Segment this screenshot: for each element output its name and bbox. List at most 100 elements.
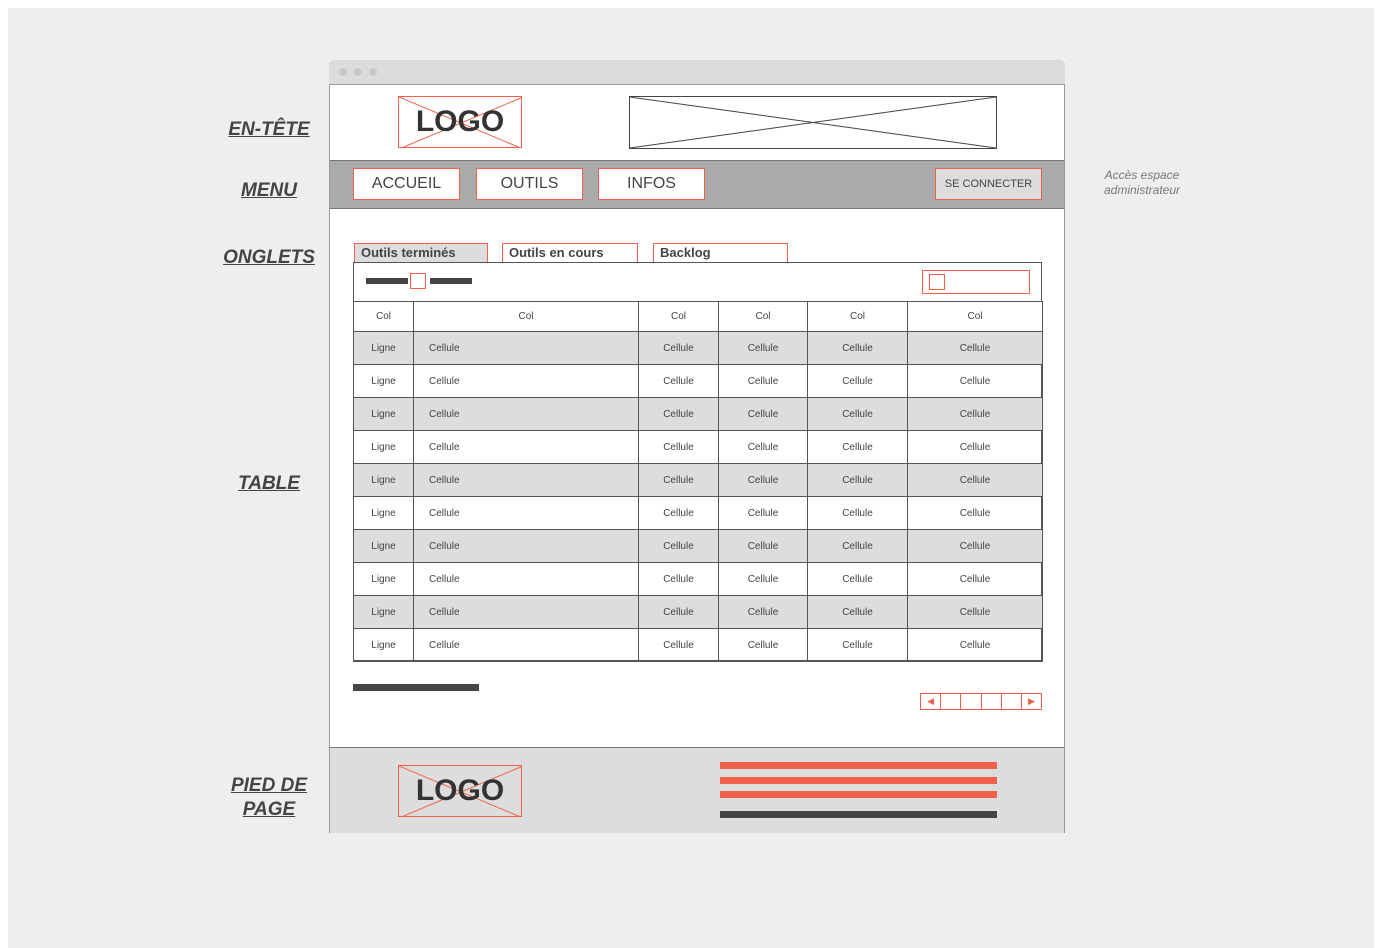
pagination-next-icon[interactable]: ▶ xyxy=(1022,694,1041,709)
table-cell: Cellule xyxy=(638,496,719,530)
pagination-page[interactable] xyxy=(941,694,962,709)
window-dot-icon[interactable] xyxy=(354,68,362,76)
label-footer-line1: PIED DE xyxy=(230,775,308,796)
table-cell: Cellule xyxy=(413,364,639,398)
table-cell: Cellule xyxy=(638,331,719,365)
table-row[interactable]: Ligne Cellule Cellule Cellule Cellule Ce… xyxy=(353,496,1043,530)
table-cell: Cellule xyxy=(807,529,908,563)
footer-link-placeholder[interactable] xyxy=(720,777,997,784)
column-header[interactable]: Col xyxy=(413,301,639,332)
table-cell: Cellule xyxy=(638,562,719,596)
table-cell: Cellule xyxy=(807,397,908,431)
row-label-cell: Ligne xyxy=(353,529,414,563)
table-row[interactable]: Ligne Cellule Cellule Cellule Cellule Ce… xyxy=(353,331,1043,365)
label-table: TABLE xyxy=(238,473,300,494)
column-header[interactable]: Col xyxy=(638,301,719,332)
placeholder-cross-icon xyxy=(629,96,997,149)
search-input[interactable] xyxy=(922,270,1030,294)
table-cell: Cellule xyxy=(638,529,719,563)
menu-outils-button[interactable]: OUTILS xyxy=(476,168,583,200)
admin-note-line2: administrateur xyxy=(1103,183,1181,197)
footer-text-placeholder xyxy=(720,811,997,818)
table-footer-text-placeholder xyxy=(353,684,479,691)
row-label-cell: Ligne xyxy=(353,595,414,629)
header-banner-image xyxy=(629,96,997,149)
table-cell: Cellule xyxy=(907,562,1043,596)
header-logo[interactable]: LOGO xyxy=(398,96,522,148)
table-toolbar xyxy=(354,263,1041,302)
table-cell: Cellule xyxy=(718,331,808,365)
table-cell: Cellule xyxy=(807,496,908,530)
table-row[interactable]: Ligne Cellule Cellule Cellule Cellule Ce… xyxy=(353,397,1043,431)
pagination-page[interactable] xyxy=(1002,694,1022,709)
table-cell: Cellule xyxy=(718,496,808,530)
table-cell: Cellule xyxy=(718,397,808,431)
table-cell: Cellule xyxy=(413,496,639,530)
table-cell: Cellule xyxy=(718,562,808,596)
table-cell: Cellule xyxy=(413,397,639,431)
table-cell: Cellule xyxy=(413,562,639,596)
title-bar xyxy=(329,60,1065,84)
table-cell: Cellule xyxy=(413,628,639,662)
table-cell: Cellule xyxy=(907,397,1043,431)
column-header[interactable]: Col xyxy=(807,301,908,332)
menu-accueil-button[interactable]: ACCUEIL xyxy=(353,168,460,200)
row-label-cell: Ligne xyxy=(353,364,414,398)
column-header[interactable]: Col xyxy=(907,301,1043,332)
table-row[interactable]: Ligne Cellule Cellule Cellule Cellule Ce… xyxy=(353,628,1043,662)
table-cell: Cellule xyxy=(413,430,639,464)
admin-note-line1: Accès espace xyxy=(1104,168,1180,182)
table-cell: Cellule xyxy=(907,463,1043,497)
pagination: ◀ ▶ xyxy=(920,693,1042,710)
table-cell: Cellule xyxy=(907,331,1043,365)
menu-bar: ACCUEIL OUTILS INFOS SE CONNECTER xyxy=(330,160,1064,209)
table-cell: Cellule xyxy=(807,331,908,365)
label-header: EN-TÊTE xyxy=(228,119,310,140)
table-cell: Cellule xyxy=(638,430,719,464)
search-checkbox-icon[interactable] xyxy=(929,274,945,290)
table-row[interactable]: Ligne Cellule Cellule Cellule Cellule Ce… xyxy=(353,595,1043,629)
table-cell: Cellule xyxy=(638,397,719,431)
label-footer-line2: PAGE xyxy=(242,799,296,820)
table-row[interactable]: Ligne Cellule Cellule Cellule Cellule Ce… xyxy=(353,529,1043,563)
table-cell: Cellule xyxy=(718,364,808,398)
pagination-prev-icon[interactable]: ◀ xyxy=(921,694,942,709)
table-cell: Cellule xyxy=(638,628,719,662)
table-cell: Cellule xyxy=(907,364,1043,398)
login-button[interactable]: SE CONNECTER xyxy=(935,168,1042,200)
table-cell: Cellule xyxy=(807,364,908,398)
tab-outils-en-cours[interactable]: Outils en cours xyxy=(502,243,638,262)
column-header[interactable]: Col xyxy=(718,301,808,332)
window-dot-icon[interactable] xyxy=(369,68,377,76)
table-row[interactable]: Ligne Cellule Cellule Cellule Cellule Ce… xyxy=(353,364,1043,398)
table-cell: Cellule xyxy=(718,430,808,464)
table-cell: Cellule xyxy=(907,595,1043,629)
tab-outils-termines[interactable]: Outils terminés xyxy=(354,243,488,262)
column-header[interactable]: Col xyxy=(353,301,414,332)
slider-handle[interactable] xyxy=(410,273,426,289)
slider-track-left[interactable] xyxy=(366,278,408,284)
table-cell: Cellule xyxy=(413,595,639,629)
footer-logo-text: LOGO xyxy=(415,774,505,807)
window-dot-icon[interactable] xyxy=(339,68,347,76)
table-cell: Cellule xyxy=(718,529,808,563)
label-footer: PIED DE PAGE xyxy=(208,774,330,822)
table-row[interactable]: Ligne Cellule Cellule Cellule Cellule Ce… xyxy=(353,463,1043,497)
canvas: EN-TÊTE MENU ONGLETS TABLE PIED DE PAGE … xyxy=(8,8,1374,948)
table-cell: Cellule xyxy=(807,595,908,629)
menu-infos-button[interactable]: INFOS xyxy=(598,168,705,200)
row-label-cell: Ligne xyxy=(353,430,414,464)
row-label-cell: Ligne xyxy=(353,397,414,431)
pagination-page[interactable] xyxy=(961,694,982,709)
table-cell: Cellule xyxy=(907,496,1043,530)
footer-logo[interactable]: LOGO xyxy=(398,765,522,817)
table-row[interactable]: Ligne Cellule Cellule Cellule Cellule Ce… xyxy=(353,562,1043,596)
footer-link-placeholder[interactable] xyxy=(720,791,997,798)
pagination-page[interactable] xyxy=(982,694,1002,709)
table-cell: Cellule xyxy=(638,364,719,398)
footer-link-placeholder[interactable] xyxy=(720,762,997,769)
tab-backlog[interactable]: Backlog xyxy=(653,243,788,262)
slider-track-right[interactable] xyxy=(430,278,472,284)
table-row[interactable]: Ligne Cellule Cellule Cellule Cellule Ce… xyxy=(353,430,1043,464)
table-cell: Cellule xyxy=(907,430,1043,464)
